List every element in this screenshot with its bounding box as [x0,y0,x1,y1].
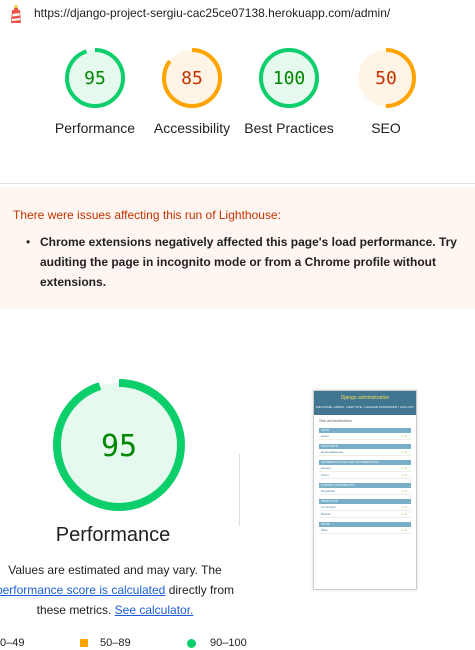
gauge-best-practices[interactable]: 100 Best Practices [234,46,344,138]
gauge-label: Best Practices [244,120,334,136]
thumb-row: Comments + ✎ [319,504,411,511]
thumb-row: Newsletter + ✎ [319,488,411,495]
thumb-row: Groups + ✎ [319,465,411,472]
gauge-ring: 85 [162,48,222,108]
gauge-ring: 100 [259,48,319,108]
thumb-row-label: Newsletter [321,489,336,493]
gauge-label: Performance [54,120,136,136]
thumb-module: PRODUCTS Comments + ✎ Brands + ✎ [319,499,411,518]
gauge-score: 50 [375,68,397,89]
performance-title: Performance [55,524,171,546]
gauge-ring: 50 [356,48,416,108]
thumb-header-sub: WELCOME, ADMIN. VIEW SITE / CHANGE PASSW… [315,405,415,409]
thumb-row: Email addresses + ✎ [319,449,411,456]
thumb-row-label: Email addresses [321,450,344,454]
legend-pass-label: 90–100 [210,637,247,649]
url-bar: https://django-project-sergiu-cac25ce071… [0,0,475,28]
thumb-module: ACCOUNTS Email addresses + ✎ [319,444,411,456]
performance-gauge-large: 95 [53,379,185,511]
lighthouse-icon [11,5,21,23]
url-text: https://django-project-sergiu-cac25ce071… [34,6,391,20]
gauge-score: 100 [273,68,306,89]
thumb-row-label: Sites [321,528,328,532]
thumb-module: SITES Sites + ✎ [319,522,411,534]
thumb-row-label: Users [321,434,329,438]
thumb-row-label: Groups [321,466,331,470]
thumb-title: Site administration [319,418,352,423]
score-legend: 0–49 50–89 90–100 [0,637,475,650]
thumb-row: Brands + ✎ [319,511,411,518]
thumb-header-title: Django administration [340,395,390,401]
legend-pass: 90–100 [187,637,247,649]
warning-item: Chrome extensions negatively affected th… [40,235,457,289]
page-screenshot-thumbnail[interactable]: Django administration WELCOME, ADMIN. VI… [313,390,417,590]
gauge-score: 85 [181,68,203,89]
thumb-row-label: Users [321,473,329,477]
bullet-icon: • [26,235,31,249]
score-gauges: 95 Performance 85 Accessibility 100 Best… [0,40,475,170]
thumb-row: Users + ✎ [319,433,411,440]
thumb-row: Users + ✎ [319,472,411,479]
thumb-module: AUTHENTICATION AND AUTHORIZATION Groups +… [319,460,411,479]
pass-circle-icon [187,638,196,648]
gauge-label: SEO [371,120,401,136]
gauge-label: Accessibility [153,120,231,136]
thumb-row: Sites + ✎ [319,527,411,534]
thumb-module: DJANGO Q PRODUCTS Newsletter + ✎ [319,483,411,495]
gauge-seo[interactable]: 50 SEO [331,46,441,138]
gauge-ring: 95 [65,48,125,108]
warnings-box: There were issues affecting this run of … [0,187,475,309]
legend-average-label: 50–89 [100,637,131,649]
legend-fail-label: 0–49 [0,637,25,649]
legend-fail: 0–49 [0,637,24,649]
vertical-divider [239,454,240,526]
score-calculated-link[interactable]: performance score is calculated [0,583,165,597]
thumb-row-label: Brands [321,512,331,516]
thumb-header: Django administration WELCOME, ADMIN. VI… [314,391,416,415]
performance-description: Values are estimated and may vary. The p… [0,560,250,620]
warning-title: There were issues affecting this run of … [13,208,281,222]
average-square-icon [80,639,88,647]
gauge-score: 95 [84,68,106,89]
thumb-module: AUTH Users + ✎ [319,428,411,440]
gauge-accessibility[interactable]: 85 Accessibility [137,46,247,138]
section-divider [0,183,475,184]
desc-prefix: Values are estimated and may vary. The [8,563,222,577]
legend-average: 50–89 [80,637,131,649]
performance-score: 95 [101,429,137,464]
see-calculator-link[interactable]: See calculator. [115,603,194,617]
thumb-row-label: Comments [321,505,336,509]
gauge-performance[interactable]: 95 Performance [40,46,150,138]
